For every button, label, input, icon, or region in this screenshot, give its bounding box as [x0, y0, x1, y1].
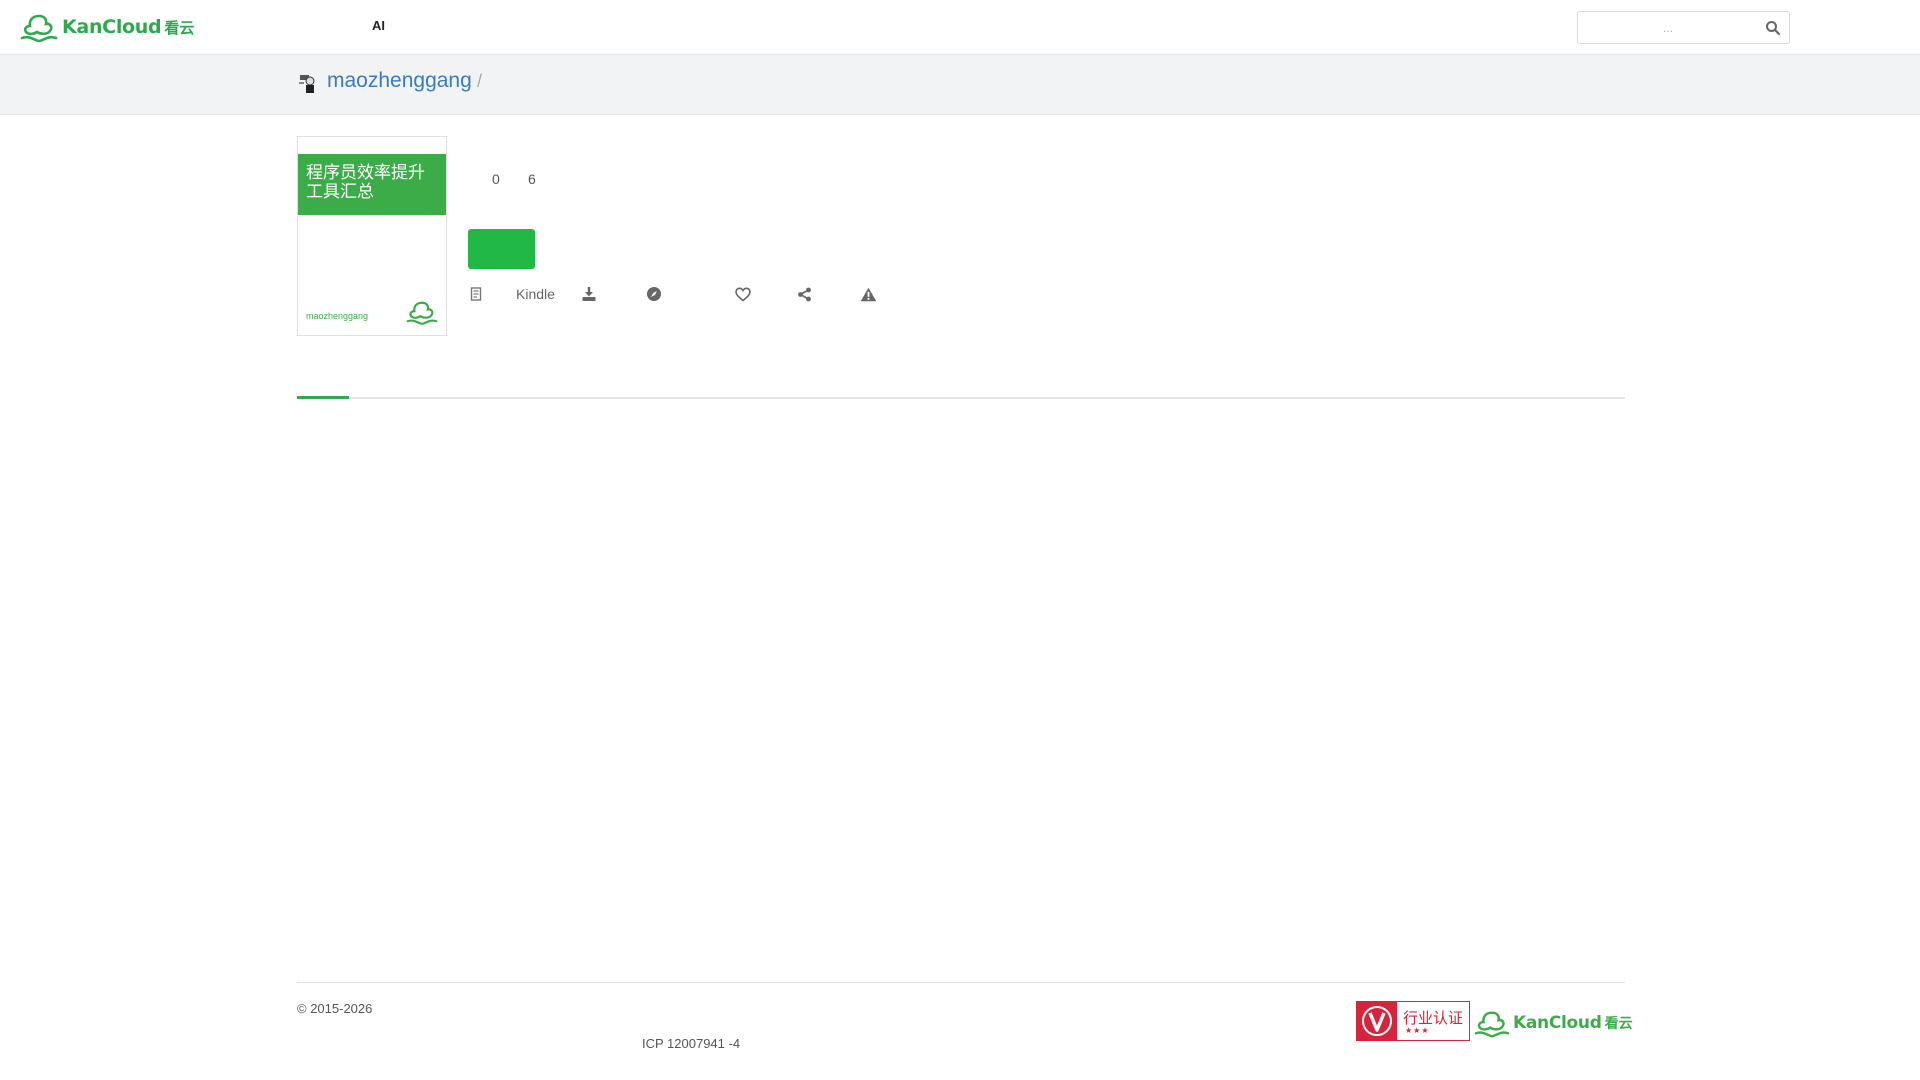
search-input[interactable]	[1578, 12, 1758, 43]
warning-icon	[860, 287, 877, 301]
footer-brand-logo[interactable]: KanCloud 看云	[1474, 1008, 1633, 1038]
info-action[interactable]	[646, 284, 662, 304]
compass-icon	[647, 287, 661, 301]
favorite-action[interactable]	[735, 284, 751, 304]
footer-kancloud-icon	[1474, 1011, 1510, 1038]
footer-brand-text: KanCloud	[1513, 1013, 1602, 1033]
breadcrumb: maozhenggang /	[0, 55, 1920, 115]
share-action[interactable]	[797, 284, 812, 304]
v-cert-icon	[1357, 1002, 1397, 1040]
stat-value-second: 6	[528, 171, 536, 187]
nav-ai-link[interactable]: AI	[372, 18, 385, 33]
footer-divider	[297, 982, 1625, 983]
cert-stars: ★★★	[1405, 1026, 1430, 1035]
footer-brand-cn: 看云	[1604, 1016, 1633, 1032]
kindle-label: Kindle	[516, 286, 555, 302]
copyright-text: © 2015-2026	[297, 1001, 373, 1016]
book-cover[interactable]: 程序员效率提升工具汇总 maozhenggang	[297, 136, 447, 336]
kindle-action[interactable]: Kindle	[516, 284, 555, 304]
stat-value-first: 0	[492, 171, 500, 187]
industry-cert-badge[interactable]: 行业认证 ★★★	[1356, 1001, 1470, 1041]
icp-link[interactable]: ICP 12007941 -4	[642, 1036, 740, 1051]
read-button[interactable]	[468, 229, 535, 269]
brand-logo-link[interactable]: KanCloud 看云	[20, 9, 194, 45]
cert-text: 行业认证	[1403, 1009, 1464, 1027]
heart-icon	[735, 286, 751, 302]
share-icon	[798, 287, 811, 301]
breadcrumb-user-link[interactable]: maozhenggang	[327, 69, 472, 93]
brand-text: KanCloud	[62, 16, 162, 38]
cover-title: 程序员效率提升工具汇总	[298, 154, 446, 215]
kancloud-logo-icon	[20, 14, 58, 43]
tabs-divider	[297, 397, 1625, 399]
top-navbar: KanCloud 看云 AI	[0, 0, 1920, 55]
book-icon	[470, 287, 482, 301]
cover-kancloud-icon	[406, 301, 438, 325]
tab-active-indicator[interactable]	[297, 396, 349, 399]
cover-author: maozhenggang	[306, 311, 369, 321]
download-icon	[582, 287, 596, 301]
search-box	[1577, 11, 1790, 44]
brand-cn-text: 看云	[164, 18, 195, 37]
report-action[interactable]	[860, 284, 877, 304]
download-action[interactable]	[581, 284, 597, 304]
user-avatar[interactable]	[297, 72, 319, 94]
ebook-action[interactable]	[470, 284, 482, 304]
search-icon[interactable]	[1765, 20, 1781, 36]
breadcrumb-separator: /	[477, 71, 483, 91]
